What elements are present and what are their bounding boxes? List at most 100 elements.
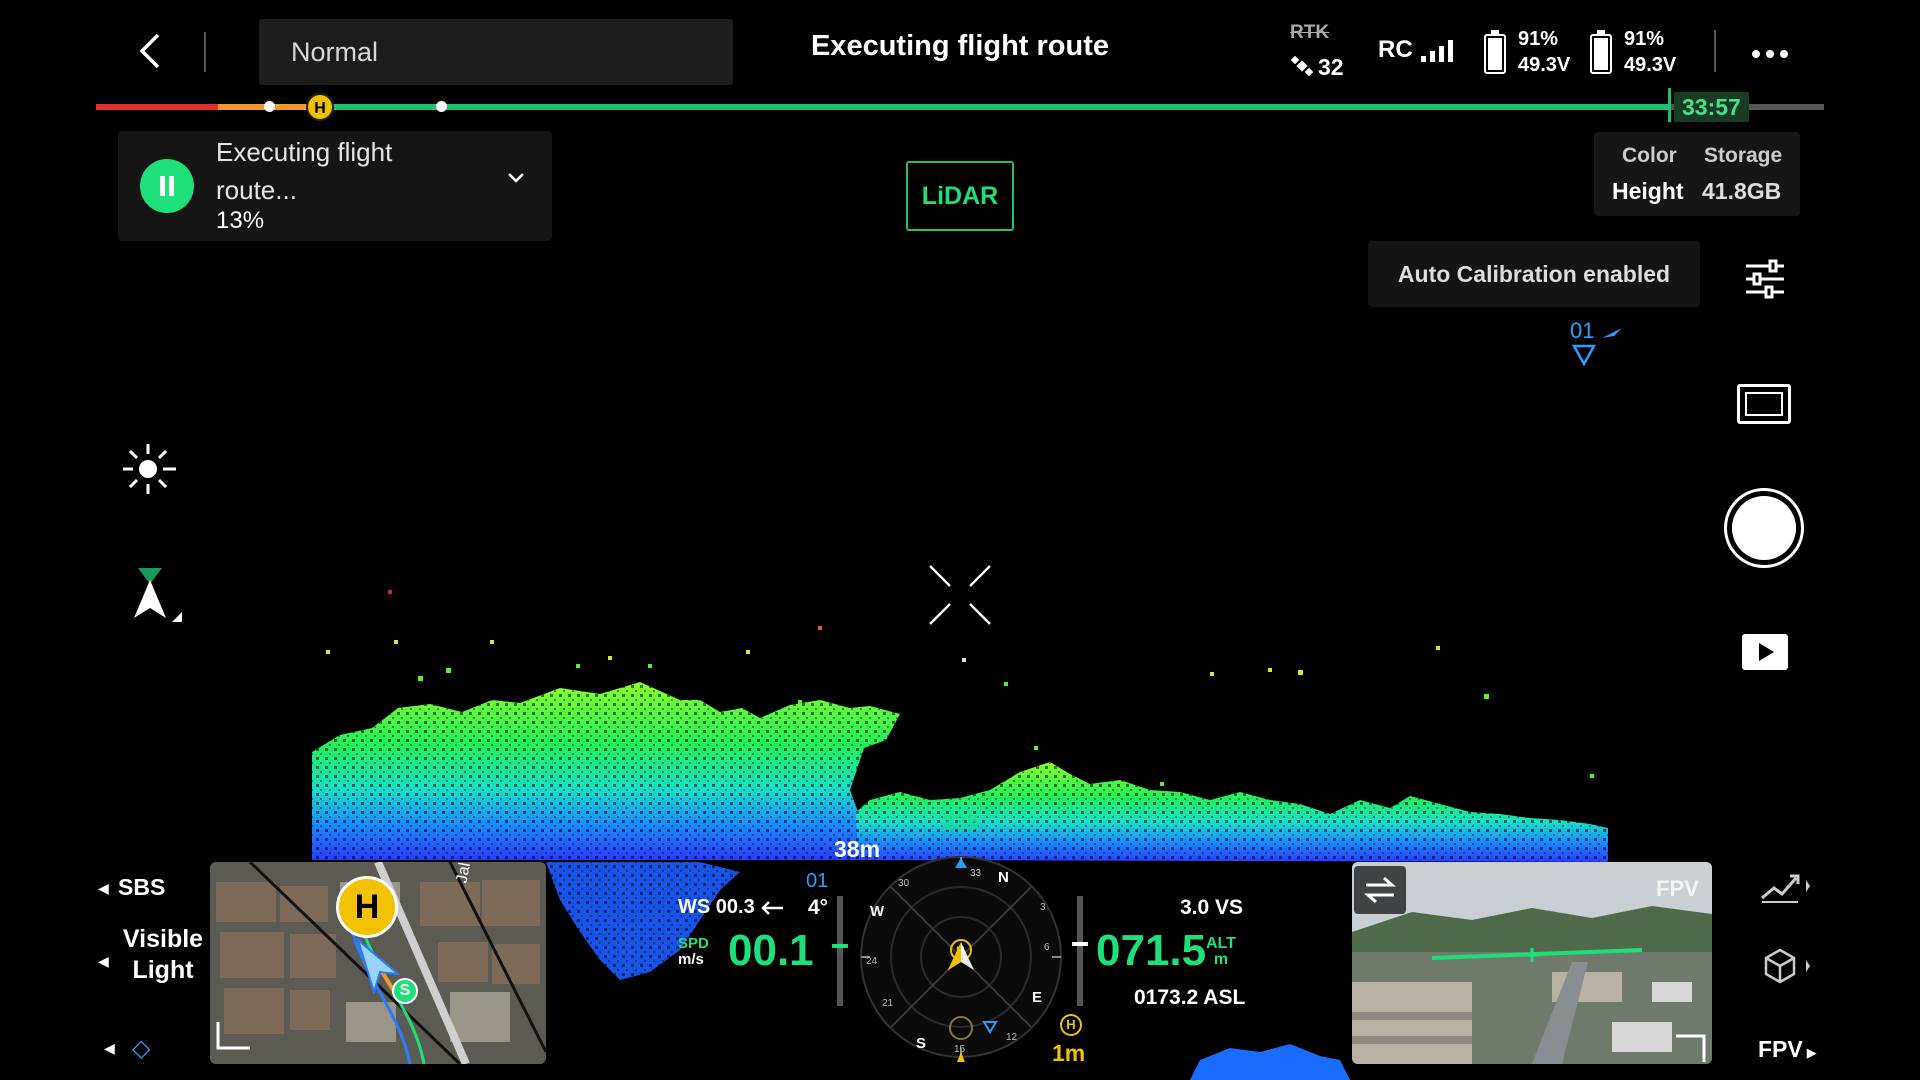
fpv-tag: FPV [1656, 876, 1699, 901]
top-divider [1714, 30, 1716, 72]
speed-label-text: SPD [678, 935, 709, 952]
swap-icon [1364, 876, 1396, 904]
lidar-toggle-button[interactable]: LiDAR [906, 161, 1014, 231]
speed-tape [832, 896, 848, 1006]
track-segment-red [96, 104, 218, 110]
speed-label: SPD m/s [678, 936, 709, 968]
speed-value: 00.1 [728, 926, 814, 975]
track-home-marker: H [306, 93, 334, 121]
caret-right-icon: ▶ [1806, 1045, 1817, 1060]
altitude-value: 071.5 [1096, 926, 1207, 975]
map-road-label: Jal [453, 862, 474, 885]
sbs-button[interactable]: ◀ SBS [98, 874, 165, 901]
satellite-count: 32 [1318, 54, 1344, 80]
pause-button[interactable] [140, 159, 194, 213]
altitude-label: ALT m [1206, 936, 1236, 968]
waypoint-marker[interactable]: 01 [1568, 318, 1628, 368]
signal-bars-icon [1420, 40, 1453, 62]
compass[interactable]: N E S W 30 33 3 6 12 15 21 24 H [856, 852, 1066, 1062]
rtk-status[interactable]: RTK 32 [1290, 20, 1350, 82]
rc-signal[interactable]: RC [1378, 36, 1453, 64]
battery-icon [1590, 30, 1612, 74]
caret-left-icon: ◀ [98, 880, 109, 896]
storage-label: Storage [1704, 144, 1783, 167]
compass-tick-24: 24 [866, 956, 878, 967]
aircraft-orientation-button[interactable] [126, 562, 188, 628]
task-status-text: Executing flight route... [216, 137, 393, 205]
playback-button[interactable] [1742, 634, 1788, 670]
visible-light-button[interactable]: ◀ Visible Light [98, 924, 210, 986]
swap-view-button[interactable] [1354, 866, 1406, 914]
map-home-marker: H [336, 876, 398, 938]
compass-tick-12: 12 [1006, 1032, 1018, 1043]
color-value: Height [1612, 178, 1684, 204]
route-progress-track[interactable] [96, 104, 1824, 110]
time-marker [1668, 88, 1671, 122]
diamond-icon[interactable]: ◇ [132, 1034, 150, 1063]
rtk-label: RTK [1290, 22, 1330, 43]
battery-1-percent: 91% [1518, 28, 1559, 50]
compass-n: N [998, 869, 1009, 886]
camera-frame-button[interactable] [1737, 384, 1791, 424]
cube-icon [1764, 948, 1810, 984]
back-button[interactable] [128, 28, 172, 74]
caret-left-icon[interactable]: ◀ [104, 1040, 115, 1057]
more-dots-icon [1752, 50, 1788, 58]
compass-tick-21: 21 [882, 998, 894, 1009]
aircraft-battery-2[interactable]: 91% 49.3V [1590, 28, 1680, 80]
altitude-label-text: ALT [1206, 935, 1236, 952]
battery-2-voltage: 49.3V [1624, 54, 1677, 76]
obstacle-sensing-button[interactable] [1760, 946, 1810, 986]
more-button[interactable] [1748, 34, 1792, 70]
aircraft-battery-1[interactable]: 91% 49.3V [1484, 28, 1574, 80]
compass-w: W [870, 903, 885, 920]
track-waypoint-dot [264, 101, 275, 112]
task-progress: 13% [216, 207, 265, 234]
vertical-speed-readout: 3.0 VS [1180, 896, 1244, 919]
compass-tick-3: 3 [1040, 902, 1046, 913]
color-label: Color [1622, 144, 1677, 167]
waypoint-number: 01 [806, 870, 829, 892]
battery-2-percent: 91% [1624, 28, 1665, 50]
direction-arrow-icon [1602, 328, 1622, 338]
chevron-down-icon[interactable] [506, 171, 526, 185]
heading-readout: 335 [942, 810, 979, 835]
pointcloud-info-card[interactable]: Color Storage Height 41.8GB [1594, 132, 1800, 216]
storage-value: 41.8GB [1702, 178, 1782, 204]
compass-tick-15: 15 [954, 1044, 966, 1055]
route-view-button[interactable] [1760, 868, 1810, 904]
asl-readout: 0173.2 ASL [1134, 986, 1246, 1009]
arrow-left-icon [760, 900, 783, 915]
tilt-readout: 4° [808, 896, 829, 919]
battery-icon [1484, 30, 1506, 74]
wind-speed-readout: WS 00.3 [678, 896, 785, 919]
altitude-tape [1072, 896, 1088, 1006]
compass-s: S [916, 1035, 926, 1052]
calibration-badge: Auto Calibration enabled [1368, 241, 1700, 307]
exposure-button[interactable] [120, 440, 180, 498]
chevron-left-icon [139, 33, 160, 69]
compass-tick-33: 33 [970, 868, 982, 879]
remaining-time: 33:57 [1674, 92, 1749, 122]
caret-left-icon: ◀ [98, 953, 109, 969]
rc-label: RC [1378, 36, 1413, 63]
top-divider [204, 32, 206, 72]
sun-icon [123, 444, 176, 494]
compass-e: E [1032, 989, 1042, 1006]
visible-light-label: Visible Light [122, 925, 204, 984]
battery-1-voltage: 49.3V [1518, 54, 1571, 76]
compass-tick-6: 6 [1044, 942, 1050, 953]
shutter-inner [1732, 496, 1796, 560]
shutter-button[interactable] [1724, 488, 1804, 568]
fpv-button[interactable]: FPV ▶ [1758, 1036, 1817, 1063]
flight-mode-field[interactable]: Normal [259, 19, 733, 85]
altitude-unit: m [1213, 951, 1229, 968]
flight-mode-label: Normal [291, 36, 379, 67]
satellite-icon [1290, 55, 1314, 77]
trend-line-icon [1761, 874, 1810, 903]
settings-button[interactable] [1744, 258, 1786, 300]
speed-unit: m/s [678, 951, 704, 968]
task-status-card[interactable]: Executing flight route... 13% [118, 131, 552, 241]
mini-map[interactable]: H S Jal [210, 862, 546, 1064]
fpv-button-label: FPV [1758, 1036, 1803, 1062]
